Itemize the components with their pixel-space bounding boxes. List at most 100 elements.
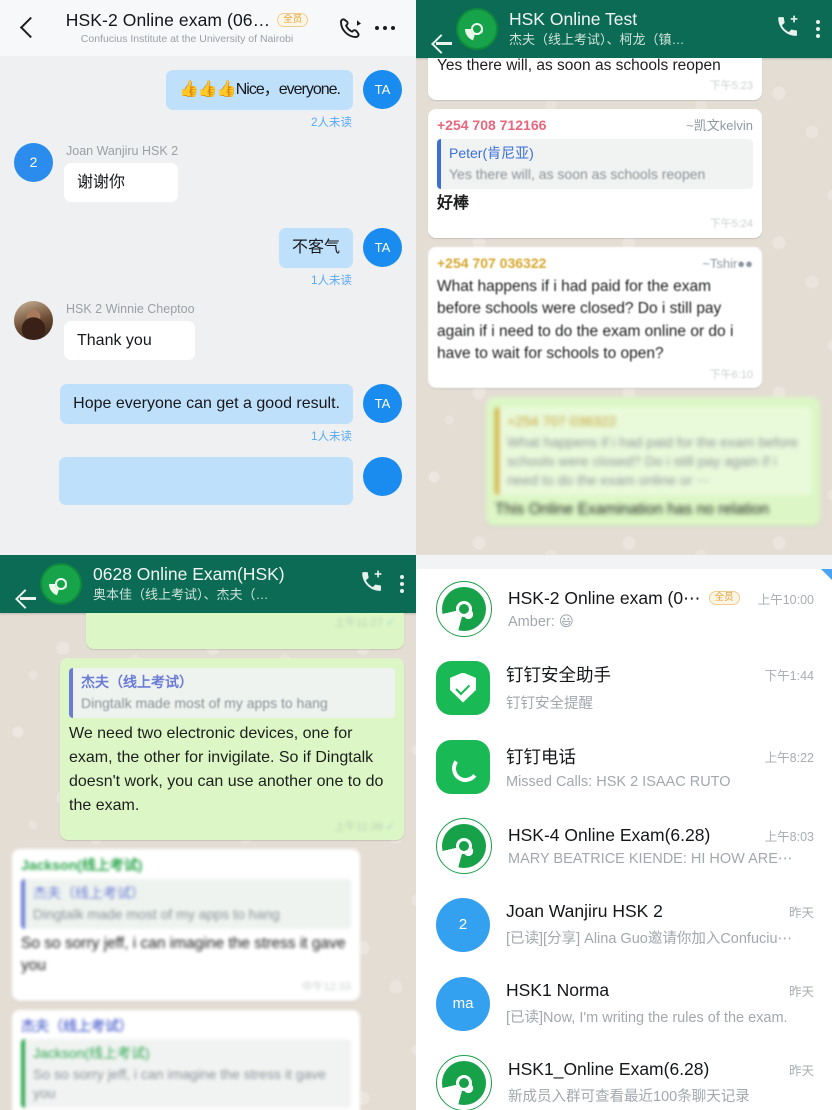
sender-phone: +254 708 712166 <box>437 117 547 134</box>
chat-list: HSK-2 Online exam (0⋯ 全员 上午10:00 Amber: … <box>416 569 832 1110</box>
avatar[interactable] <box>14 300 53 340</box>
avatar[interactable]: TA <box>363 228 402 268</box>
message-bubble[interactable]: 上午11:27 ✓ <box>86 613 404 649</box>
message-row-clipped <box>14 456 402 505</box>
avatar[interactable] <box>363 456 402 496</box>
message-text: 谢谢你 <box>77 173 126 191</box>
add-call-icon[interactable] <box>775 14 800 44</box>
message-row: 不客气 TA <box>14 228 402 268</box>
quoted-message[interactable]: Peter(肯尼亚) Yes there will, as soon as sc… <box>437 138 753 189</box>
chat-name: HSK1_Online Exam(6.28) <box>508 1059 710 1079</box>
message-text: What happens if i had paid for the exam … <box>437 277 734 363</box>
message-bubble[interactable]: Jackson(线上考试) 杰夫（线上考试） Dingtalk made mos… <box>12 849 360 1001</box>
list-item[interactable]: HSK-2 Online exam (0⋯ 全员 上午10:00 Amber: … <box>416 569 832 648</box>
sender-phone: +254 707 036322 <box>437 255 547 272</box>
list-item[interactable]: 钉钉电话 上午8:22 Missed Calls: HSK 2 ISAAC RU… <box>416 727 832 806</box>
message-bubble[interactable]: +254 708 712166 ~凯文kelvin Peter(肯尼亚) Yes… <box>428 109 762 239</box>
page-subtitle: Confucius Institute at the University of… <box>80 32 294 45</box>
message-row: +254 707 036322 ~Tshir●● What happens if… <box>428 247 820 389</box>
message-bubble[interactable]: 👍👍👍Nice，everyone. <box>165 70 353 110</box>
read-receipt-icon: ✓ <box>385 617 395 629</box>
dingtalk-header: HSK-2 Online exam (06… 全员 Confucius Inst… <box>0 0 416 56</box>
confucius-institute-logo[interactable] <box>40 563 82 605</box>
chat-preview: Amber: 😃 <box>508 613 574 630</box>
chat-preview: 新成员入群可查看最近100条聊天记录 <box>508 1089 750 1105</box>
message-text: This Online Examination has no relation <box>495 500 769 518</box>
chat-time: 上午8:22 <box>764 750 814 765</box>
whatsapp-bottom-panel: 0628 Online Exam(HSK) 奥本佳（线上考试）、杰夫（… 上午1… <box>0 555 416 1110</box>
quoted-sender: Peter(肯尼亚) <box>449 144 534 161</box>
message-bubble[interactable]: +254 707 036322 What happens if i had pa… <box>486 397 820 527</box>
message-row: 上午11:27 ✓ <box>12 613 404 649</box>
message-row: 2 Joan Wanjiru HSK 2 谢谢你 <box>14 142 402 203</box>
message-sender: HSK 2 Winnie Cheptoo <box>66 301 195 316</box>
avatar-confucius-logo[interactable] <box>436 817 492 874</box>
message-row: Yes there will, as soon as schools reope… <box>428 58 820 101</box>
message-time: 下午6:10 <box>709 368 753 381</box>
chat-preview: 钉钉安全提醒 <box>506 696 593 712</box>
message-bubble[interactable]: 杰夫（线上考试） Dingtalk made most of my apps t… <box>60 658 404 841</box>
avatar-initial[interactable]: ma <box>436 976 490 1031</box>
list-item[interactable]: ma HSK1 Norma 昨天 [已读]Now, I'm writing th… <box>416 964 832 1043</box>
avatar-security-assistant[interactable] <box>436 660 490 715</box>
avatar[interactable]: TA <box>363 70 402 109</box>
chat-name: 钉钉安全助手 <box>506 665 611 685</box>
confucius-institute-logo[interactable] <box>456 8 498 50</box>
message-bubble[interactable]: Yes there will, as soon as schools reope… <box>428 58 762 101</box>
more-vertical-icon[interactable] <box>816 19 820 39</box>
more-vertical-icon[interactable] <box>400 574 404 594</box>
quoted-sender: +254 707 036322 <box>507 413 617 430</box>
quoted-message[interactable]: +254 707 036322 What happens if i had pa… <box>495 407 811 495</box>
quoted-sender: 杰夫（线上考试） <box>81 674 193 690</box>
list-item[interactable]: 2 Joan Wanjiru HSK 2 昨天 [已读][分享] Alina G… <box>416 885 832 964</box>
chat-name: Joan Wanjiru HSK 2 <box>506 901 663 921</box>
message-time: 上午11:38 ✓ <box>334 820 395 833</box>
avatar-confucius-logo[interactable] <box>436 580 492 637</box>
list-item[interactable]: HSK1_Online Exam(6.28) 昨天 新成员入群可查看最近100条… <box>416 1043 832 1110</box>
page-subtitle: 奥本佳（线上考试）、杰夫（… <box>93 586 269 602</box>
quoted-message[interactable]: 杰夫（线上考试） Dingtalk made most of my apps t… <box>69 668 395 718</box>
whatsapp-bottom-message-list: 上午11:27 ✓ 杰夫（线上考试） Dingtalk made most of … <box>0 613 416 1110</box>
quoted-message[interactable]: 杰夫（线上考试） Dingtalk made most of my apps t… <box>21 879 351 930</box>
message-bubble[interactable]: 不客气 <box>278 228 353 268</box>
message-bubble[interactable]: Hope everyone can get a good result. <box>60 384 353 424</box>
message-bubble[interactable]: Thank you <box>64 320 195 361</box>
message-bubble[interactable]: +254 707 036322 ~Tshir●● What happens if… <box>428 247 762 389</box>
message-row: Jackson(线上考试) 杰夫（线上考试） Dingtalk made mos… <box>12 849 404 1001</box>
chat-preview: [已读]Now, I'm writing the rules of the ex… <box>506 1010 788 1026</box>
dingtalk-chat-panel: HSK-2 Online exam (06… 全员 Confucius Inst… <box>0 0 416 555</box>
message-row: HSK 2 Winnie Cheptoo Thank you <box>14 300 402 361</box>
message-sender: Joan Wanjiru HSK 2 <box>66 143 179 158</box>
message-text: Thank you <box>77 331 152 349</box>
chat-name: HSK-2 Online exam (0⋯ <box>508 587 701 608</box>
unread-status: 2人未读 <box>311 116 352 129</box>
add-call-icon[interactable] <box>359 569 384 599</box>
whatsapp-bottom-header: 0628 Online Exam(HSK) 奥本佳（线上考试）、杰夫（… <box>0 555 416 613</box>
video-call-icon[interactable] <box>334 17 368 39</box>
message-bubble[interactable]: 谢谢你 <box>64 162 179 203</box>
list-item[interactable]: HSK-4 Online Exam(6.28) 上午8:03 MARY BEAT… <box>416 806 832 885</box>
message-time: 中午12:33 <box>301 980 351 993</box>
dingtalk-message-list: 👍👍👍Nice，everyone. TA 2人未读 2 Joan Wanjiru… <box>0 56 416 555</box>
message-row: +254 708 712166 ~凯文kelvin Peter(肯尼亚) Yes… <box>428 109 820 239</box>
list-item[interactable]: 钉钉安全助手 下午1:44 钉钉安全提醒 <box>416 648 832 727</box>
avatar-initial[interactable]: 2 <box>436 897 490 952</box>
page-subtitle: 杰夫（线上考试）、柯龙（镇… <box>509 31 685 47</box>
quoted-message[interactable]: Jackson(线上考试) So so sorry jeff, i can im… <box>21 1039 351 1109</box>
more-horizontal-icon[interactable] <box>368 25 402 31</box>
message-row: 👍👍👍Nice，everyone. TA <box>14 70 402 110</box>
avatar-confucius-logo[interactable] <box>436 1054 492 1110</box>
chat-name: 钉钉电话 <box>506 746 576 767</box>
avatar-dingtalk-phone[interactable] <box>436 739 490 794</box>
message-time: 上午11:27 ✓ <box>334 617 395 629</box>
read-receipt-icon: ✓ <box>385 820 395 833</box>
quoted-text: So so sorry jeff, i can imagine the stre… <box>33 1066 327 1102</box>
avatar[interactable]: 2 <box>14 142 53 182</box>
avatar[interactable]: TA <box>363 384 402 424</box>
back-icon[interactable] <box>14 15 40 41</box>
chat-time: 上午8:03 <box>764 829 814 844</box>
message-row: +254 707 036322 What happens if i had pa… <box>428 397 820 527</box>
chat-list-panel: HSK-2 Online exam (0⋯ 全员 上午10:00 Amber: … <box>416 555 832 1110</box>
message-time: 下午5:24 <box>709 218 753 231</box>
message-bubble[interactable]: 杰夫（线上考试） Jackson(线上考试) So so sorry jeff,… <box>12 1009 360 1110</box>
